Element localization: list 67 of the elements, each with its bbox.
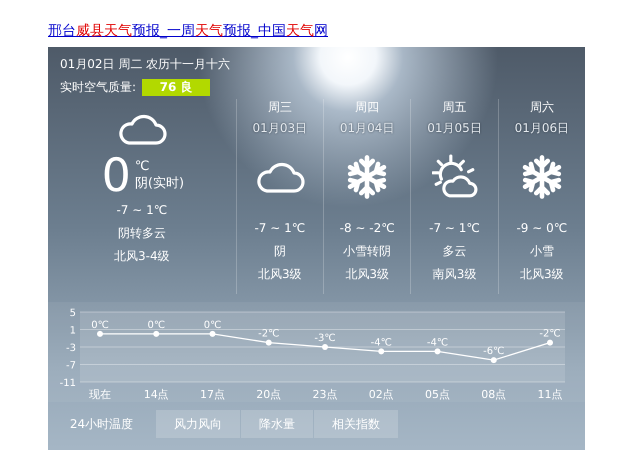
day-date: 01月06日 bbox=[514, 120, 570, 137]
weekday: 周三 bbox=[268, 99, 292, 116]
x-tick-label: 20点 bbox=[256, 388, 282, 401]
day-date: 01月04日 bbox=[340, 120, 394, 137]
weekday: 周五 bbox=[442, 99, 467, 116]
temperature-range: -7 ~ 1℃ bbox=[254, 220, 306, 237]
wind-text: 北风3级 bbox=[520, 266, 564, 283]
temperature-range: -7 ~ 1℃ bbox=[116, 202, 168, 219]
y-tick-label: -3 bbox=[66, 343, 76, 354]
value-label: 0℃ bbox=[91, 320, 109, 331]
x-tick-label: 11点 bbox=[538, 388, 562, 401]
wind-text: 北风3级 bbox=[345, 266, 389, 283]
y-tick-label: -11 bbox=[60, 378, 76, 389]
data-point bbox=[434, 348, 440, 354]
data-point bbox=[378, 348, 384, 354]
weather-text: 阴转多云 bbox=[118, 225, 166, 242]
weather-text: 阴 bbox=[274, 243, 286, 260]
weather-text: 多云 bbox=[442, 243, 467, 260]
day-date: 01月05日 bbox=[427, 120, 482, 137]
weather-text: 小雪 bbox=[530, 243, 554, 260]
x-tick-label: 14点 bbox=[144, 388, 169, 401]
value-label: -4℃ bbox=[370, 337, 392, 348]
x-tick-label: 23点 bbox=[312, 388, 338, 401]
value-label: -2℃ bbox=[539, 328, 561, 340]
value-label: -3℃ bbox=[314, 333, 336, 344]
temperature-unit: ℃ bbox=[134, 158, 150, 175]
data-point bbox=[266, 340, 272, 346]
data-point bbox=[547, 340, 553, 346]
x-tick-label: 17点 bbox=[200, 388, 225, 401]
current-temperature: 0 bbox=[102, 151, 131, 199]
data-point bbox=[153, 330, 160, 337]
x-tick-label: 08点 bbox=[481, 388, 506, 401]
data-point bbox=[97, 330, 103, 337]
cloud-icon bbox=[116, 112, 167, 147]
wind-text: 北风3-4级 bbox=[114, 248, 170, 265]
current-condition: 阴(实时) bbox=[134, 175, 184, 192]
day-date: 01月03日 bbox=[252, 120, 308, 137]
y-tick-label: 5 bbox=[70, 308, 76, 319]
chart-tab[interactable]: 24小时温度 bbox=[48, 410, 155, 438]
chart-tab[interactable]: 降水量 bbox=[241, 410, 313, 438]
value-label: 0℃ bbox=[204, 320, 222, 331]
chart-tab[interactable]: 风力风向 bbox=[156, 410, 240, 438]
temperature-range: -8 ~ -2℃ bbox=[340, 220, 395, 237]
date-line: 01月02日 周二 农历十一月十六 bbox=[60, 56, 230, 73]
chart-tab[interactable]: 相关指数 bbox=[314, 410, 398, 438]
y-tick-label: -7 bbox=[66, 360, 76, 372]
temperature-range: -9 ~ 0℃ bbox=[516, 220, 568, 237]
wind-text: 北风3级 bbox=[258, 266, 302, 283]
x-tick-label: 现在 bbox=[89, 388, 111, 401]
temperature-range: -7 ~ 1℃ bbox=[429, 220, 480, 237]
sun-cloud-icon bbox=[432, 154, 478, 200]
y-tick-label: 1 bbox=[70, 326, 76, 336]
aqi-badge: 76 良 bbox=[142, 79, 210, 96]
weather-text: 小雪转阴 bbox=[343, 243, 392, 260]
value-label: -2℃ bbox=[258, 328, 280, 340]
wind-text: 南风3级 bbox=[432, 266, 476, 283]
weekday: 周六 bbox=[530, 99, 554, 116]
x-tick-label: 02点 bbox=[368, 388, 394, 401]
data-point bbox=[490, 357, 497, 364]
data-point bbox=[322, 344, 328, 350]
x-tick-label: 05点 bbox=[425, 388, 450, 401]
value-label: -4℃ bbox=[426, 337, 448, 348]
value-label: 0℃ bbox=[147, 320, 166, 331]
weekday: 周四 bbox=[355, 99, 380, 116]
data-point bbox=[210, 330, 216, 337]
aqi-label: 实时空气质量: bbox=[60, 79, 136, 96]
value-label: -6℃ bbox=[483, 346, 504, 358]
